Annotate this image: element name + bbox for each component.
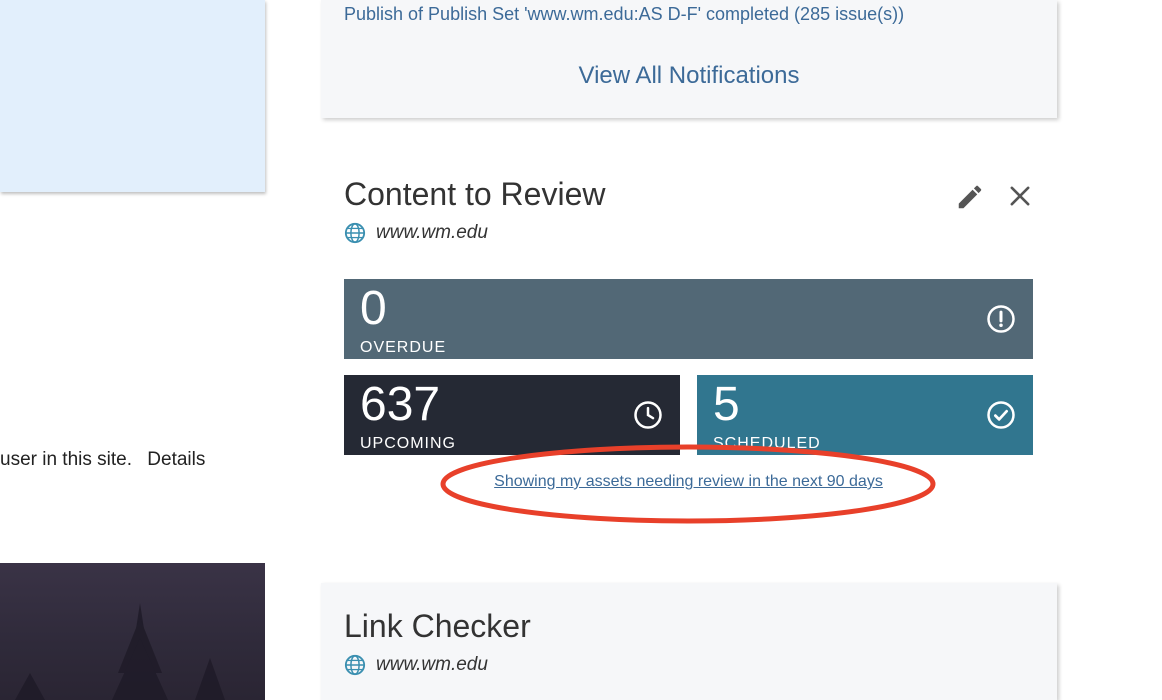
left-panel-card [0,0,265,192]
pencil-icon[interactable] [955,182,985,212]
details-link[interactable]: Details [147,449,205,470]
overdue-label: OVERDUE [360,339,447,356]
view-all-notifications-link[interactable]: View All Notifications [321,62,1057,90]
left-info-text: user in this site. Details [0,449,205,471]
upcoming-count: 637 [360,378,441,431]
forest-image [0,563,265,700]
link-checker-title: Link Checker [344,608,531,644]
overdue-count: 0 [360,282,387,335]
alert-circle-icon [987,305,1015,333]
globe-icon [344,222,366,244]
check-circle-icon [987,401,1015,429]
notifications-card: Publish of Publish Set 'www.wm.edu:AS D-… [321,0,1057,118]
link-checker-site: www.wm.edu [344,654,488,676]
notification-item[interactable]: Publish of Publish Set 'www.wm.edu:AS D-… [344,4,904,25]
annotation-red-oval [440,444,936,524]
overdue-tile[interactable]: 0 OVERDUE [344,279,1033,359]
scheduled-count: 5 [713,378,740,431]
clock-icon [634,401,662,429]
globe-icon [344,654,366,676]
content-review-site: www.wm.edu [344,222,488,244]
site-name: www.wm.edu [376,222,488,243]
content-review-title: Content to Review [344,176,606,212]
close-icon[interactable] [1006,182,1034,210]
site-name: www.wm.edu [376,654,488,675]
info-text: user in this site. [0,449,132,470]
